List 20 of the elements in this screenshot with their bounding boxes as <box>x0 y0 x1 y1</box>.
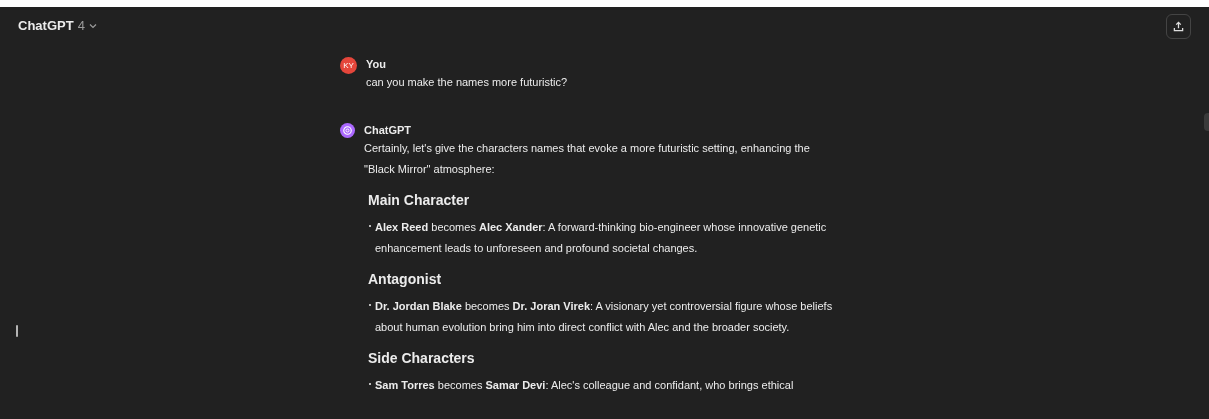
sidebar-handle[interactable] <box>16 325 18 337</box>
section-heading: Main Character <box>368 191 471 210</box>
message-text: Certainly, let's give the characters names that evoke a more futuristic setting, enhancing the "Black Mirror" atmosphere: <box>364 141 811 177</box>
section-heading: Antagonist <box>368 270 443 289</box>
list-item-text: Dr. Jordan Blake becomes Dr. Joran Virek: A visionary yet controversial figure whose beliefs about human evolution bring him into direct conflict with Alec and the broader society. <box>375 299 834 335</box>
author-name: ChatGPT <box>364 123 413 138</box>
scrollbar-thumb[interactable] <box>1204 113 1209 131</box>
author-name: You <box>366 57 387 72</box>
assistant-avatar-icon <box>340 123 355 138</box>
user-avatar: KY <box>340 57 357 74</box>
share-button[interactable] <box>1166 13 1191 39</box>
list-item-text: Sam Torres becomes Samar Devi: Alec's colleague and confidant, who brings ethical <box>375 378 794 393</box>
share-icon <box>1173 20 1184 32</box>
message-text: can you make the names more futuristic? <box>366 75 568 90</box>
section-heading: Side Characters <box>368 349 476 368</box>
list-item-text: Alex Reed becomes Alec Xander: A forward-thinking bio-engineer whose innovative genetic enhancement leads to unforeseen and profound societal changes. <box>375 220 828 256</box>
model-version: 4 <box>77 17 85 36</box>
chevron-down-icon <box>88 23 97 29</box>
model-name: ChatGPT <box>18 17 74 36</box>
model-selector[interactable]: ChatGPT 4 <box>18 16 97 36</box>
